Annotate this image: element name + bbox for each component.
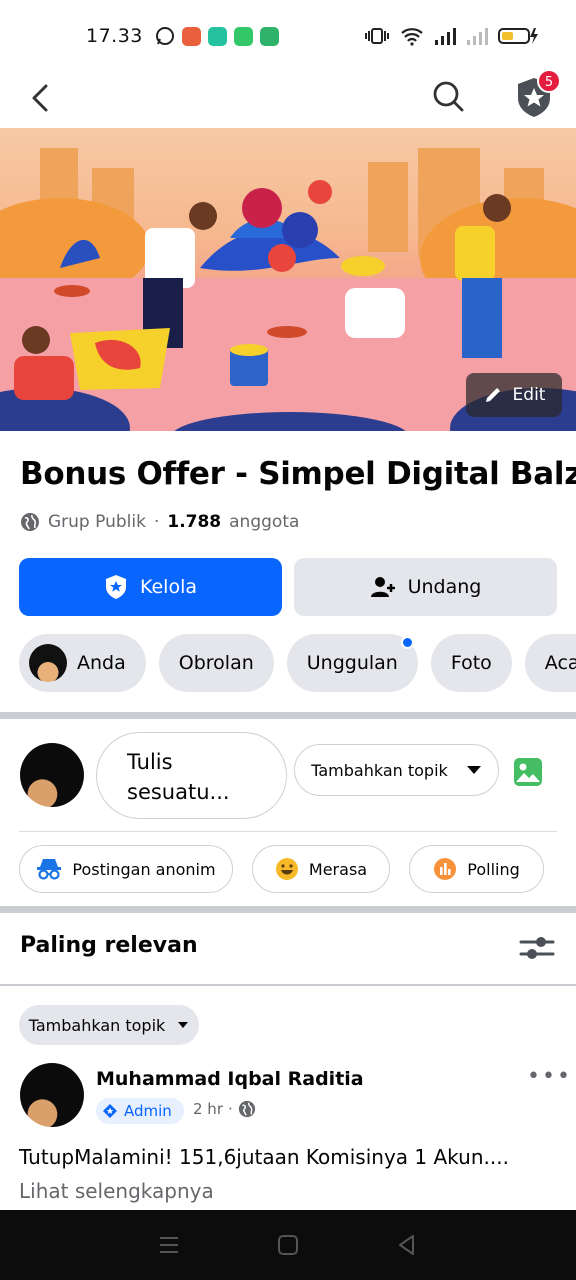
avatar (29, 644, 67, 682)
photo-icon[interactable] (513, 757, 543, 787)
search-icon[interactable] (428, 76, 468, 116)
composer-placeholder-line1: Tulis (127, 750, 173, 774)
caret-down-icon (178, 1022, 189, 1028)
home-icon[interactable] (276, 1233, 300, 1257)
back-triangle-icon[interactable] (395, 1233, 419, 1257)
whatsapp-icon (155, 27, 174, 45)
topic-filter-label: Tambahkan topik (28, 1015, 166, 1035)
composer-placeholder-line2: sesuatu... (127, 780, 230, 804)
status-system-icons (364, 26, 540, 46)
feed-header-divider (0, 984, 576, 986)
group-name-text: Bonus Offer - Simpel Digital Balz (20, 456, 576, 492)
admin-star-icon (103, 1104, 117, 1118)
invite-label: Undang (407, 576, 482, 598)
feed-sort-label[interactable]: Paling relevan (20, 933, 198, 958)
globe-icon (21, 513, 39, 531)
phone-app-icon (233, 26, 253, 46)
tab-you-label: Anda (77, 652, 126, 674)
member-count: 1.788 (167, 512, 222, 532)
write-something-input[interactable]: Tulis sesuatu... (96, 732, 287, 819)
see-more-link[interactable]: Lihat selengkapnya (19, 1179, 214, 1203)
tab-featured[interactable]: Unggulan (286, 634, 418, 692)
composer-avatar[interactable] (20, 743, 84, 807)
filter-icon[interactable] (519, 932, 555, 964)
group-meta: Grup Publik · 1.788 anggota (20, 512, 299, 532)
group-tabs: Anda Obrolan Unggulan Foto Acara (19, 634, 576, 694)
post-body[interactable]: TutupMalamini! 151,6jutaan Komisinya 1 A… (19, 1140, 559, 1208)
notification-badge: 5 (537, 69, 561, 93)
post-author-avatar[interactable] (20, 1063, 84, 1127)
tab-chat-label: Obrolan (178, 652, 254, 674)
wifi-icon (401, 28, 423, 46)
group-name[interactable]: Bonus Offer - Simpel Digital Balz › (20, 456, 576, 492)
poll-button[interactable]: Polling (409, 845, 544, 893)
post-timestamp: 2 hr · (193, 1100, 256, 1118)
tab-featured-label: Unggulan (306, 652, 398, 674)
incognito-icon (37, 859, 62, 880)
post-text: TutupMalamini! 151,6jutaan Komisinya 1 A… (19, 1145, 509, 1169)
feeling-button[interactable]: Merasa (252, 845, 390, 893)
manage-label: Kelola (139, 576, 198, 598)
status-app-icons (155, 26, 279, 46)
feeling-label: Merasa (308, 859, 368, 879)
tab-events-label: Acara (544, 652, 576, 674)
admin-badge-label: Admin (124, 1102, 172, 1120)
tab-photos[interactable]: Foto (430, 634, 512, 692)
back-arrow-icon[interactable] (22, 78, 62, 118)
system-nav-bar (0, 1210, 576, 1280)
caret-down-icon (466, 766, 481, 774)
signal-icon (435, 28, 456, 45)
shield-star-icon (105, 575, 126, 599)
tab-you[interactable]: Anda (19, 634, 146, 692)
security-app-icon (259, 26, 279, 46)
tab-photos-label: Foto (450, 652, 492, 674)
edit-cover-button[interactable]: Edit (466, 373, 562, 417)
tab-chat[interactable]: Obrolan (158, 634, 274, 692)
edit-cover-label: Edit (512, 385, 546, 405)
add-topic-button[interactable]: Tambahkan topik (294, 744, 499, 796)
member-label: anggota (229, 512, 300, 532)
post-more-options-icon[interactable]: ••• (527, 1064, 572, 1089)
anonymous-post-button[interactable]: Postingan anonim (19, 845, 233, 893)
post-time-text: 2 hr (193, 1100, 223, 1118)
pencil-icon (485, 388, 500, 402)
add-topic-label: Tambahkan topik (311, 760, 448, 780)
composer-divider (19, 831, 557, 832)
smiley-icon (275, 858, 298, 880)
shop-app-icon (181, 26, 201, 46)
globe-icon (238, 1100, 255, 1118)
battery-icon (498, 28, 538, 44)
chat-app-icon (207, 26, 227, 46)
new-indicator-dot (400, 636, 414, 649)
invite-button[interactable]: Undang (294, 558, 557, 616)
meta-separator: · (153, 512, 160, 532)
anonymous-post-label: Postingan anonim (72, 859, 216, 879)
status-bar: 17.33 (0, 0, 576, 72)
section-divider (0, 712, 576, 719)
status-time: 17.33 (86, 25, 143, 47)
section-divider (0, 906, 576, 913)
signal-2-icon (467, 28, 488, 45)
poll-icon (434, 858, 457, 880)
menu-icon[interactable] (157, 1233, 181, 1257)
poll-label: Polling (467, 859, 520, 879)
post-time-separator: · (228, 1100, 233, 1118)
add-person-icon (370, 577, 395, 597)
manage-button[interactable]: Kelola (19, 558, 282, 616)
vibrate-icon (365, 28, 389, 44)
post-author-name[interactable]: Muhammad Iqbal Raditia (96, 1068, 364, 1090)
top-nav: 5 (0, 69, 576, 128)
tab-events[interactable]: Acara (524, 634, 576, 692)
cover-image[interactable]: Edit (0, 128, 576, 431)
group-privacy: Grup Publik (48, 512, 146, 532)
admin-badge: Admin (96, 1098, 184, 1124)
topic-filter-chip[interactable]: Tambahkan topik (19, 1005, 199, 1045)
